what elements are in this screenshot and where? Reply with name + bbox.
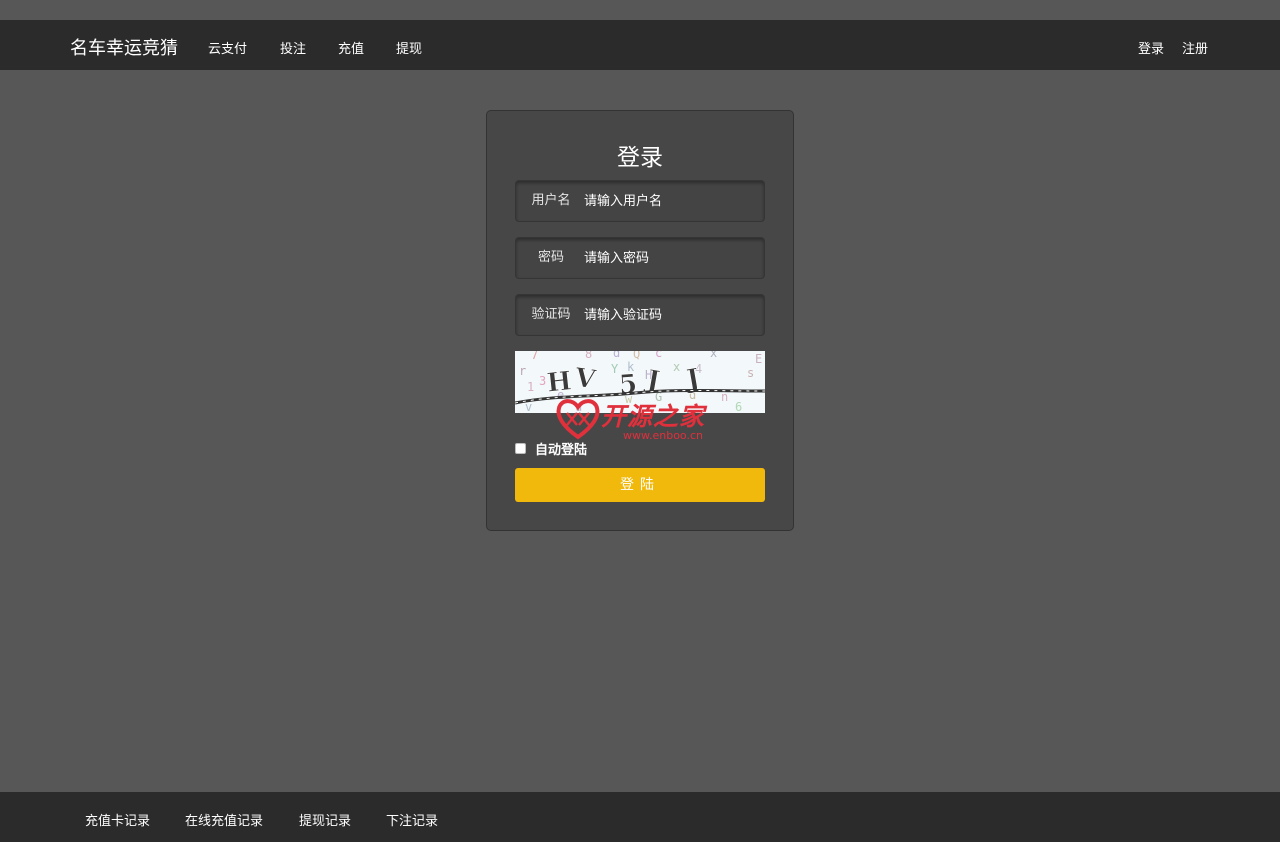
captcha-noise: 7 8 d Q c x E r Y k H x 4 s 1 3 e w G d (515, 351, 765, 413)
captcha-label: 验证码 (531, 307, 571, 322)
svg-text:x: x (710, 351, 717, 360)
login-title: 登录 (617, 145, 663, 171)
svg-text:V: V (572, 363, 598, 396)
nav-item-withdraw[interactable]: 提现 (396, 38, 422, 57)
svg-text:6: 6 (735, 400, 742, 413)
svg-text:s: s (747, 366, 754, 380)
svg-text:x: x (673, 360, 680, 374)
svg-text:H: H (545, 366, 573, 398)
watermark-url: www.enboo.cn (623, 429, 703, 442)
password-label: 密码 (537, 250, 564, 265)
footer-link-card-records[interactable]: 充值卡记录 (85, 810, 150, 829)
svg-text:5: 5 (618, 369, 638, 400)
footer-link-bet-records[interactable]: 下注记录 (386, 810, 438, 829)
bottom-bar: 充值卡记录 在线充值记录 提现记录 下注记录 (0, 792, 1280, 842)
svg-text:u: u (575, 400, 582, 413)
svg-text:7: 7 (531, 351, 538, 362)
login-submit-button[interactable]: 登陆 (515, 468, 765, 502)
nav-login-link[interactable]: 登录 (1138, 38, 1164, 57)
username-input[interactable] (584, 186, 760, 216)
top-navbar: 名车幸运竞猜 云支付 投注 充值 提现 登录 注册 (0, 20, 1280, 70)
nav-item-cloud-pay[interactable]: 云支付 (208, 38, 247, 57)
password-field: 密码 (515, 237, 765, 279)
svg-text:3: 3 (539, 374, 546, 388)
svg-text:8: 8 (585, 351, 592, 361)
password-input[interactable] (584, 243, 760, 273)
captcha-input[interactable] (584, 300, 760, 330)
auto-login-checkbox[interactable] (515, 442, 526, 454)
captcha-image[interactable]: 7 8 d Q c x E r Y k H x 4 s 1 3 e w G d (515, 351, 765, 413)
svg-text:1: 1 (527, 380, 534, 394)
nav-item-bet[interactable]: 投注 (280, 38, 306, 57)
auto-login-row: 自动登陆 (515, 439, 587, 458)
footer-link-withdraw-records[interactable]: 提现记录 (299, 810, 351, 829)
svg-text:c: c (655, 351, 662, 360)
svg-text:d: d (613, 351, 620, 360)
nav-register-link[interactable]: 注册 (1182, 38, 1208, 57)
login-card: 登录 用户名 密码 验证码 7 8 d Q c x E r Y k H x (486, 110, 794, 531)
auto-login-label[interactable]: 自动登陆 (535, 439, 587, 458)
svg-text:r: r (519, 364, 526, 378)
username-label: 用户名 (531, 193, 571, 208)
username-field: 用户名 (515, 180, 765, 222)
captcha-field: 验证码 (515, 294, 765, 336)
nav-item-recharge[interactable]: 充值 (338, 38, 364, 57)
site-brand[interactable]: 名车幸运竞猜 (70, 34, 178, 60)
footer-link-online-recharge-records[interactable]: 在线充值记录 (185, 810, 263, 829)
svg-text:E: E (755, 352, 762, 366)
